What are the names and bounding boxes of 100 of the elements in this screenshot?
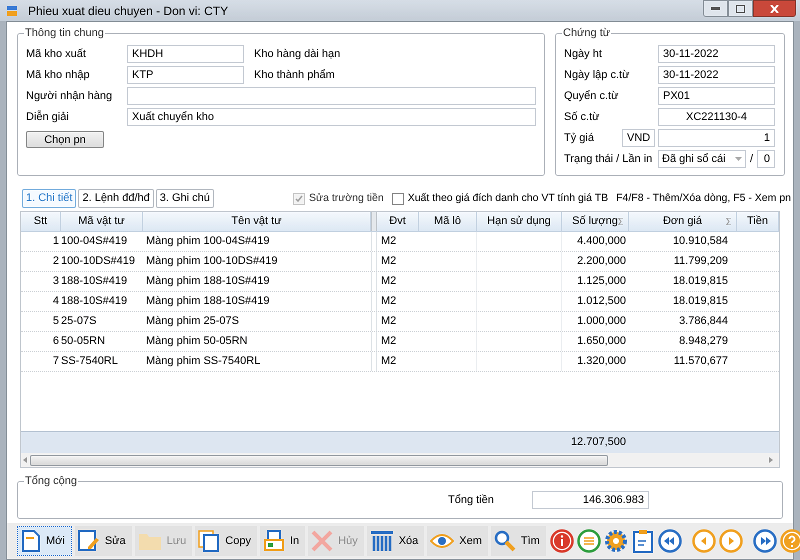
input-field[interactable]: PX01: [658, 87, 775, 105]
toolbar-button[interactable]: Sửa: [74, 526, 132, 556]
field-label: Tỷ giá: [564, 130, 595, 146]
input-field[interactable]: KHDH: [127, 45, 244, 63]
sum-icon: [618, 218, 624, 225]
field-label: Trạng thái / Lần in: [564, 152, 654, 167]
field-label: Diễn giải: [26, 110, 70, 125]
table-cell-text: M2: [380, 314, 398, 330]
tab[interactable]: 3. Ghi chú: [156, 189, 214, 208]
input-field[interactable]: 30-11-2022: [658, 45, 775, 63]
table-cell-text: Màng phim SS-7540RL: [145, 354, 262, 370]
table-cell-text: 25-07S: [61, 314, 98, 330]
tab[interactable]: 2. Lệnh đđ/hđ: [78, 189, 154, 208]
maximize-button[interactable]: [728, 0, 753, 17]
table-cell-text: M2: [380, 274, 398, 290]
table-cell-text: 100-10DS#419: [61, 254, 136, 270]
field-label: Mã kho xuất: [26, 46, 87, 62]
close-button[interactable]: [753, 0, 796, 17]
shortcut-hint: F4/F8 - Thêm/Xóa dòng, F5 - Xem pn: [616, 190, 791, 206]
minimize-icon: [711, 7, 720, 10]
column-header[interactable]: Tiền: [737, 212, 779, 231]
table-cell-text: M2: [380, 354, 398, 370]
checkbox-label: Sửa trường tiền: [309, 190, 384, 206]
trash-icon: [370, 530, 394, 552]
table-cell-text: M2: [380, 334, 398, 350]
cross-icon: [311, 530, 334, 552]
column-header[interactable]: Số lượng: [562, 212, 629, 231]
toolbar-button[interactable]: Mới: [17, 526, 72, 556]
table-cell-text: 7: [52, 354, 60, 370]
column-header[interactable]: Stt: [21, 212, 61, 231]
column-header[interactable]: Mã vật tư: [61, 212, 143, 231]
minimize-button[interactable]: [703, 0, 728, 17]
table-cell-text: 1.000,000: [576, 314, 627, 330]
table-cell-text: Màng phim 188-10S#419: [145, 294, 271, 310]
table-cell-text: 3: [52, 274, 60, 290]
field-description: Kho hàng dài hạn: [254, 46, 340, 62]
checkbox[interactable]: [392, 192, 404, 204]
table-cell-text: 2: [52, 254, 60, 270]
group-title: Thông tin chung: [24, 26, 105, 40]
table-cell-text: M2: [380, 254, 398, 270]
toolbar-button[interactable]: Xóa: [366, 526, 424, 556]
total-quantity: 12.707,500: [570, 435, 627, 450]
copy-icon: [198, 530, 220, 552]
edit-icon: [78, 530, 100, 552]
app-icon: [6, 4, 18, 16]
horizontal-scrollbar[interactable]: [21, 453, 779, 467]
toolbar-button[interactable]: In: [260, 526, 306, 556]
check-icon: [295, 194, 304, 202]
input-field[interactable]: [127, 87, 536, 105]
status-dropdown[interactable]: Đã ghi sổ cái: [658, 150, 746, 168]
column-header[interactable]: Hạn sử dụng: [477, 212, 562, 231]
choose-button[interactable]: Chọn pn: [26, 131, 104, 148]
printer-icon: [262, 530, 285, 552]
checkbox-label: Xuất theo giá đích danh cho VT tính giá TB: [408, 190, 608, 206]
toolbar-button[interactable]: Tìm: [490, 526, 546, 556]
currency-field[interactable]: VND: [622, 129, 655, 147]
table-cell-text: 6: [52, 334, 60, 350]
table-cell-text: Màng phim 100-04S#419: [145, 234, 271, 250]
input-field[interactable]: 0: [757, 150, 775, 168]
table-cell-text: 1.012,500: [576, 294, 627, 310]
table-cell-text: 188-10S#419: [61, 274, 128, 290]
table-cell-text: 11.799,209: [672, 254, 729, 270]
input-field[interactable]: 1: [658, 129, 775, 147]
right-arrow-icon: [769, 457, 773, 463]
input-field[interactable]: 146.306.983: [532, 491, 649, 509]
table-cell-text: 4.400,000: [576, 234, 627, 250]
field-label: Ngày lập c.từ: [564, 68, 630, 83]
table-cell-text: 2.200,000: [576, 254, 627, 270]
maximize-icon: [736, 4, 745, 12]
table-cell-text: M2: [380, 234, 398, 250]
sum-icon: [726, 218, 732, 225]
group-title: Tổng cộng: [24, 474, 78, 488]
column-header[interactable]: Đơn giá: [629, 212, 737, 231]
toolbar-button[interactable]: Copy: [195, 526, 257, 556]
table-cell-text: Màng phim 100-10DS#419: [145, 254, 278, 270]
table-cell-text: 188-10S#419: [61, 294, 128, 310]
field-label: Quyển c.từ: [564, 88, 620, 104]
table-cell-text: 8.948,279: [678, 334, 729, 350]
group-title: Chứng từ: [562, 26, 612, 40]
table-cell-text: Màng phim 50-05RN: [145, 334, 248, 350]
table-cell-text: 1.650,000: [576, 334, 627, 350]
column-header[interactable]: Đvt: [377, 212, 419, 231]
table-cell-text: 18.019,815: [672, 274, 729, 290]
search-icon: [494, 530, 516, 552]
table-cell-text: 1.125,000: [576, 274, 627, 290]
tab[interactable]: 1. Chi tiết: [22, 189, 76, 208]
input-field[interactable]: KTP: [127, 66, 244, 84]
column-header[interactable]: Mã lô: [419, 212, 477, 231]
input-field[interactable]: XC221130-4: [658, 108, 775, 126]
table-cell-text: 100-04S#419: [61, 234, 128, 250]
table-cell-text: Màng phim 25-07S: [145, 314, 240, 330]
scrollbar-thumb[interactable]: [30, 454, 608, 466]
input-field[interactable]: 30-11-2022: [658, 66, 775, 84]
field-label: Ngày ht: [564, 46, 603, 62]
table-cell-text: Màng phim 188-10S#419: [145, 274, 271, 290]
field-label: Số c.từ: [564, 110, 600, 125]
toolbar-button[interactable]: Xem: [427, 526, 488, 556]
field-description: Kho thành phẩm: [254, 68, 335, 83]
field-label: Mã kho nhập: [26, 68, 91, 83]
input-field[interactable]: Xuất chuyển kho: [127, 108, 536, 126]
